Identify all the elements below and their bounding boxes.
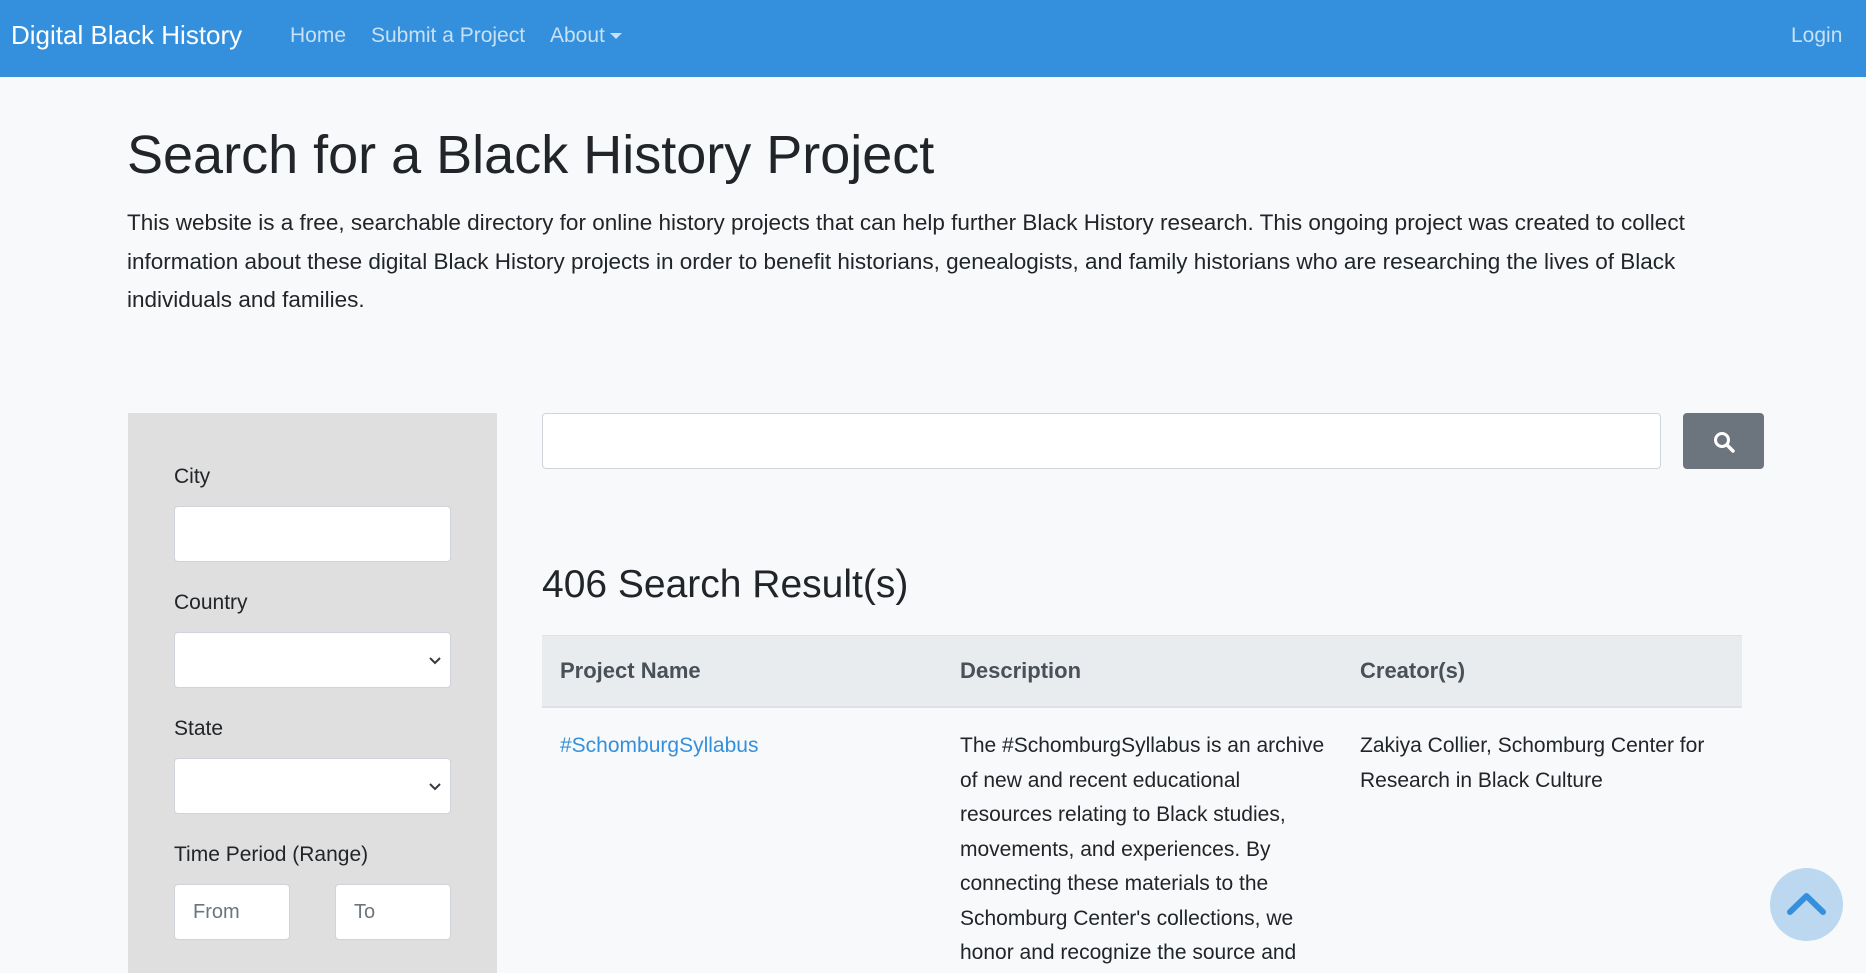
nav-login[interactable]: Login bbox=[1791, 24, 1842, 48]
results-table-header: Project Name Description Creator(s) bbox=[542, 635, 1742, 708]
chevron-down-icon bbox=[429, 657, 441, 665]
caret-down-icon bbox=[609, 33, 622, 40]
search-input[interactable] bbox=[542, 413, 1661, 469]
navbar: Digital Black History Home Submit a Proj… bbox=[0, 0, 1866, 77]
nav-submit-project[interactable]: Submit a Project bbox=[371, 24, 525, 48]
brand-link[interactable]: Digital Black History bbox=[11, 20, 242, 51]
chevron-up-icon bbox=[1787, 893, 1826, 915]
time-to-input[interactable]: To bbox=[335, 884, 451, 940]
country-select[interactable] bbox=[174, 632, 451, 688]
project-creators: Zakiya Collier, Schomburg Center for Res… bbox=[1360, 734, 1705, 792]
nav-about-dropdown[interactable]: About bbox=[550, 24, 622, 48]
nav-home[interactable]: Home bbox=[290, 24, 346, 48]
column-header-creators: Creator(s) bbox=[1360, 658, 1466, 683]
results-heading: 406 Search Result(s) bbox=[542, 563, 909, 606]
state-label: State bbox=[174, 717, 224, 740]
city-input[interactable] bbox=[174, 506, 451, 562]
project-name-link[interactable]: #SchomburgSyllabus bbox=[560, 729, 758, 764]
column-header-description: Description bbox=[960, 658, 1082, 683]
state-select[interactable] bbox=[174, 758, 451, 814]
time-period-label: Time Period (Range) bbox=[174, 843, 369, 866]
column-header-project-name: Project Name bbox=[560, 658, 701, 683]
page-title: Search for a Black History Project bbox=[127, 125, 935, 185]
nav-about-label: About bbox=[550, 24, 605, 47]
country-label: Country bbox=[174, 591, 248, 614]
search-icon bbox=[1714, 432, 1735, 453]
time-from-input[interactable]: From bbox=[174, 884, 290, 940]
back-to-top-button[interactable] bbox=[1770, 868, 1843, 941]
chevron-down-icon bbox=[429, 783, 441, 791]
search-button[interactable] bbox=[1683, 413, 1764, 469]
project-description: The #SchomburgSyllabus is an archive of … bbox=[960, 734, 1325, 964]
intro-text: This website is a free, searchable direc… bbox=[127, 210, 1685, 312]
city-label: City bbox=[174, 465, 211, 488]
filter-sidebar: City Country State Time Period (Range) F… bbox=[128, 413, 497, 973]
